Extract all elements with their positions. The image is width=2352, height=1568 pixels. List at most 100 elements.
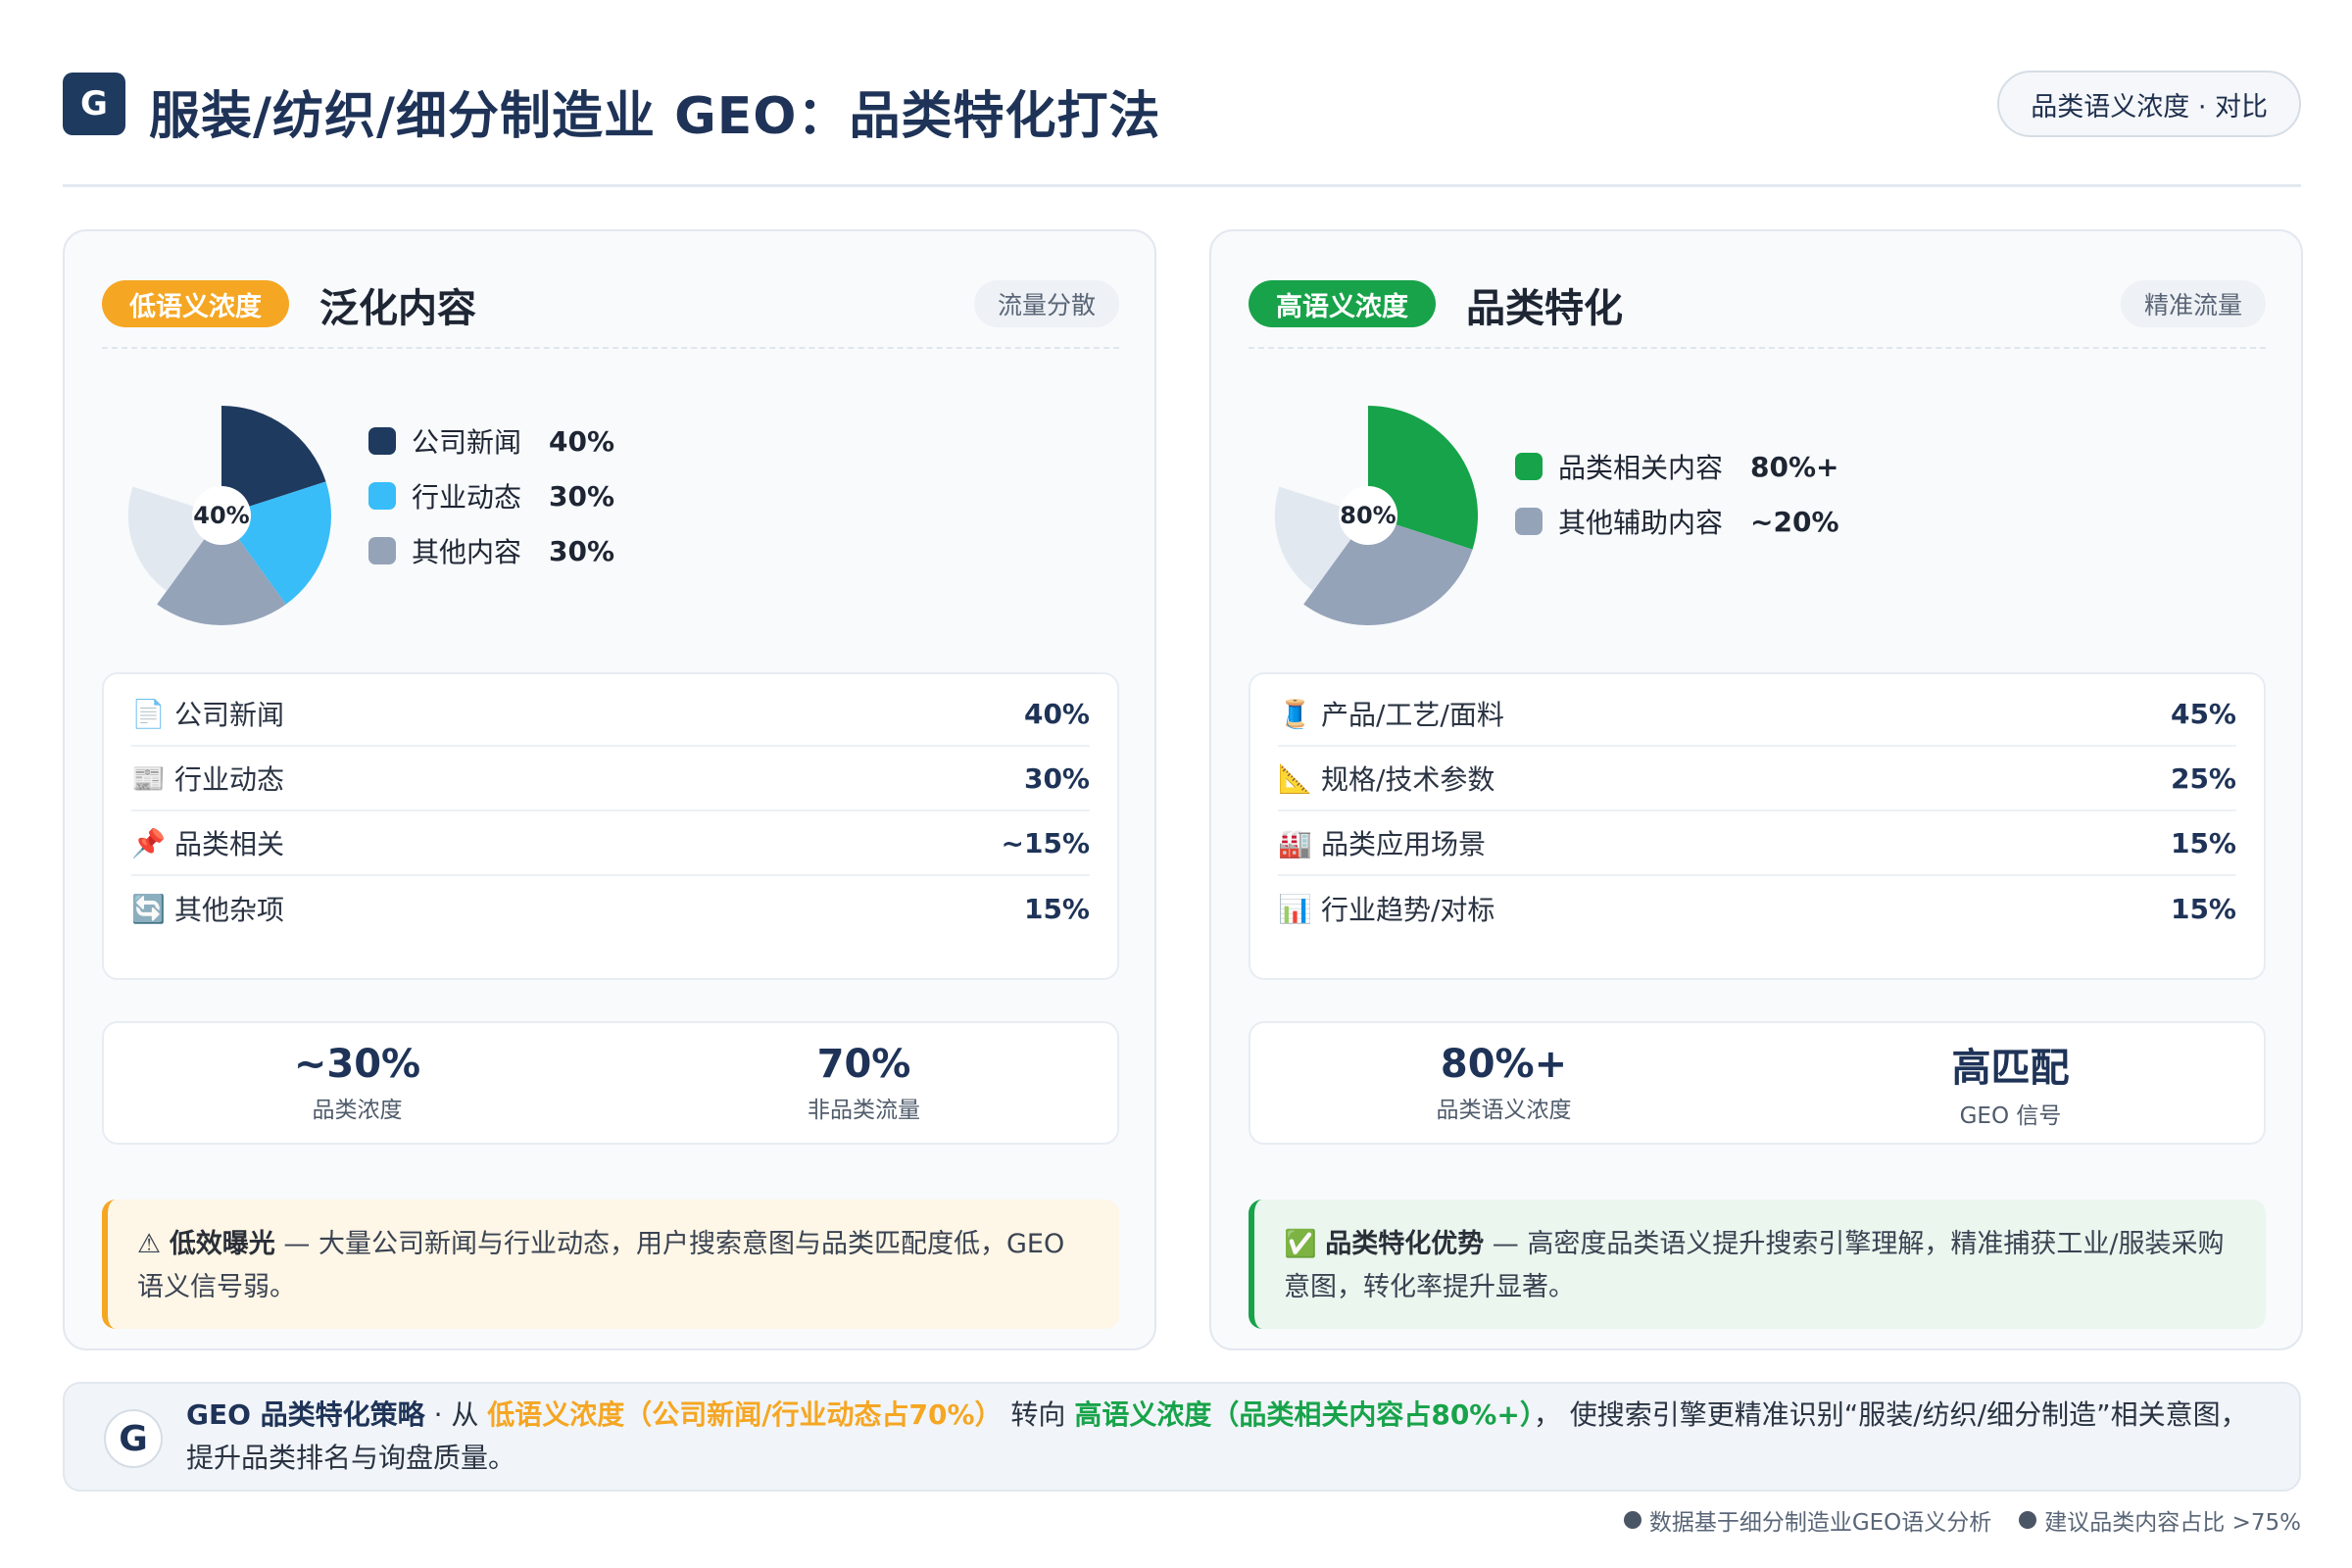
legend-value: 40% (549, 424, 615, 458)
item-icon: 📄 (131, 697, 166, 730)
list-item-label: 📊 行业趋势/对标 (1278, 889, 1494, 928)
list-item-label: 📰 行业动态 (131, 759, 284, 798)
list-item: 📄 公司新闻 40% (131, 682, 1090, 747)
banner-high-density: 高语义浓度（品类相关内容占80%+） (1074, 1398, 1534, 1431)
banner-sep: · 从 (424, 1398, 488, 1431)
bullet-icon (2019, 1511, 2037, 1529)
stat-value: 80%+ (1440, 1042, 1568, 1087)
legend-swatch (1515, 508, 1543, 535)
advantage-note: ✅ 品类特化优势 — 高密度品类语义提升搜索引擎理解，精准捕获工业/服装采购意图… (1249, 1200, 2266, 1329)
pie-chart-generic: 40% (127, 406, 331, 625)
list-item: 🧵 产品/工艺/面料 45% (1278, 682, 2236, 747)
item-label: 产品/工艺/面料 (1321, 699, 1504, 731)
legend-item: 行业动态 30% (368, 468, 614, 523)
legend-value: 80%+ (1750, 450, 1839, 483)
item-label: 行业趋势/对标 (1321, 894, 1495, 926)
page-title: 服装/纺织/细分制造业 GEO：品类特化打法 (149, 87, 1161, 146)
legend-item: 品类相关内容 80%+ (1515, 439, 1839, 494)
item-label: 品类相关 (174, 828, 285, 860)
legend-label: 其他辅助内容 (1558, 507, 1724, 539)
card-header: 高语义浓度 品类特化 精准流量 (1249, 276, 2266, 335)
item-value: 15% (1023, 892, 1090, 925)
warning-icon: ⚠ (137, 1229, 162, 1259)
pie-center-label: 80% (1340, 502, 1396, 529)
list-item-label: 🔄 其他杂项 (131, 889, 284, 928)
item-icon: 📰 (131, 761, 166, 795)
item-icon: 📐 (1278, 761, 1312, 795)
note-heading: 低效曝光 (169, 1229, 275, 1259)
list-item-label: 🏭 品类应用场景 (1278, 823, 1486, 862)
generic-content-card: 低语义浓度 泛化内容 流量分散 40% 公司新闻 40% 行业动态 30% 其他内容 30… (63, 229, 1156, 1350)
item-value: 40% (1023, 697, 1090, 730)
item-icon: 📊 (1278, 892, 1312, 925)
banner-mid: 转向 (1002, 1398, 1075, 1431)
pie-center-label: 40% (193, 502, 249, 529)
comparison-pill[interactable]: 品类语义浓度 · 对比 (1997, 71, 2301, 137)
list-item: 🏭 品类应用场景 15% (1278, 811, 2236, 876)
item-icon: 🏭 (1278, 826, 1312, 859)
list-item-label: 📐 规格/技术参数 (1278, 759, 1494, 798)
item-value: 25% (2170, 761, 2236, 795)
legend-swatch (368, 537, 396, 564)
stat-label: GEO 信号 (1959, 1103, 2062, 1129)
dashed-divider (1249, 347, 2266, 349)
footer-note: 数据基于细分制造业GEO语义分析 (1648, 1510, 1992, 1536)
banner-heading: GEO 品类特化策略 (186, 1398, 425, 1431)
legend-value: 30% (549, 534, 615, 567)
traffic-pill: 精准流量 (2120, 280, 2266, 327)
item-label: 其他杂项 (174, 894, 285, 926)
legend-label: 其他内容 (412, 536, 522, 568)
strategy-banner: G GEO 品类特化策略 · 从 低语义浓度（公司新闻/行业动态占70%） 转向… (63, 1382, 2301, 1492)
legend-swatch (1515, 453, 1543, 480)
content-breakdown-list: 📄 公司新闻 40% 📰 行业动态 30% 📌 品类相关 ~15% 🔄 其他杂项 15% (102, 672, 1119, 980)
brand-logo: G (63, 73, 125, 135)
stat-label: 品类语义浓度 (1436, 1098, 1572, 1123)
item-value: 15% (2170, 826, 2236, 859)
item-value: 45% (2170, 697, 2236, 730)
legend-label: 行业动态 (412, 481, 522, 514)
legend-label: 公司新闻 (412, 426, 522, 459)
note-heading: 品类特化优势 (1325, 1229, 1485, 1259)
pie-legend-category: 品类相关内容 80%+ 其他辅助内容 ~20% (1515, 439, 1839, 549)
banner-low-density: 低语义浓度（公司新闻/行业动态占70%） (487, 1398, 1003, 1431)
note-text: — 大量公司新闻与行业动态，用户搜索意图与品类匹配度低，GEO 语义信号弱。 (137, 1229, 1065, 1302)
legend-item: 其他内容 30% (368, 523, 614, 578)
item-label: 行业动态 (174, 763, 285, 796)
list-item: 📌 品类相关 ~15% (131, 811, 1090, 876)
item-icon: 🧵 (1278, 697, 1312, 730)
footer-notes: 数据基于细分制造业GEO语义分析 建议品类内容占比 >75% (1596, 1503, 2301, 1537)
item-label: 公司新闻 (174, 699, 285, 731)
list-item-label: 📌 品类相关 (131, 823, 284, 862)
stat-value: ~30% (293, 1042, 421, 1087)
traffic-pill: 流量分散 (973, 280, 1119, 327)
card-header: 低语义浓度 泛化内容 流量分散 (102, 276, 1119, 335)
check-icon: ✅ (1284, 1229, 1317, 1259)
item-icon: 🔄 (131, 892, 166, 925)
list-item-label: 🧵 产品/工艺/面料 (1278, 694, 1504, 733)
category-content-card: 高语义浓度 品类特化 精准流量 80% 品类相关内容 80%+ 其他辅助内容 ~20%… (1209, 229, 2303, 1350)
list-item: 🔄 其他杂项 15% (131, 876, 1090, 941)
legend-item: 公司新闻 40% (368, 414, 614, 468)
legend-label: 品类相关内容 (1558, 452, 1724, 484)
list-item-label: 📄 公司新闻 (131, 694, 284, 733)
item-icon: 📌 (131, 826, 166, 859)
item-value: 30% (1023, 761, 1090, 795)
card-title: 品类特化 (1466, 286, 1623, 331)
stat-value: 70% (816, 1042, 911, 1087)
legend-value: ~20% (1750, 505, 1839, 538)
stats-summary: 80%+ 品类语义浓度 高匹配 GEO 信号 (1249, 1021, 2266, 1145)
page-header: G 服装/纺织/细分制造业 GEO：品类特化打法 品类语义浓度 · 对比 (63, 71, 2301, 146)
legend-item: 其他辅助内容 ~20% (1515, 494, 1839, 549)
stat-item: 80%+ 品类语义浓度 (1250, 1023, 1757, 1143)
warning-note: ⚠ 低效曝光 — 大量公司新闻与行业动态，用户搜索意图与品类匹配度低，GEO 语… (102, 1200, 1119, 1329)
item-value: ~15% (1001, 826, 1090, 859)
dashed-divider (102, 347, 1119, 349)
item-label: 品类应用场景 (1321, 828, 1487, 860)
legend-swatch (368, 427, 396, 455)
low-density-tag: 低语义浓度 (102, 280, 289, 327)
banner-text: GEO 品类特化策略 · 从 低语义浓度（公司新闻/行业动态占70%） 转向 高… (186, 1394, 2264, 1480)
list-item: 📰 行业动态 30% (131, 747, 1090, 811)
high-density-tag: 高语义浓度 (1249, 280, 1436, 327)
footer-note: 建议品类内容占比 >75% (2044, 1510, 2301, 1536)
card-title: 泛化内容 (319, 286, 476, 331)
